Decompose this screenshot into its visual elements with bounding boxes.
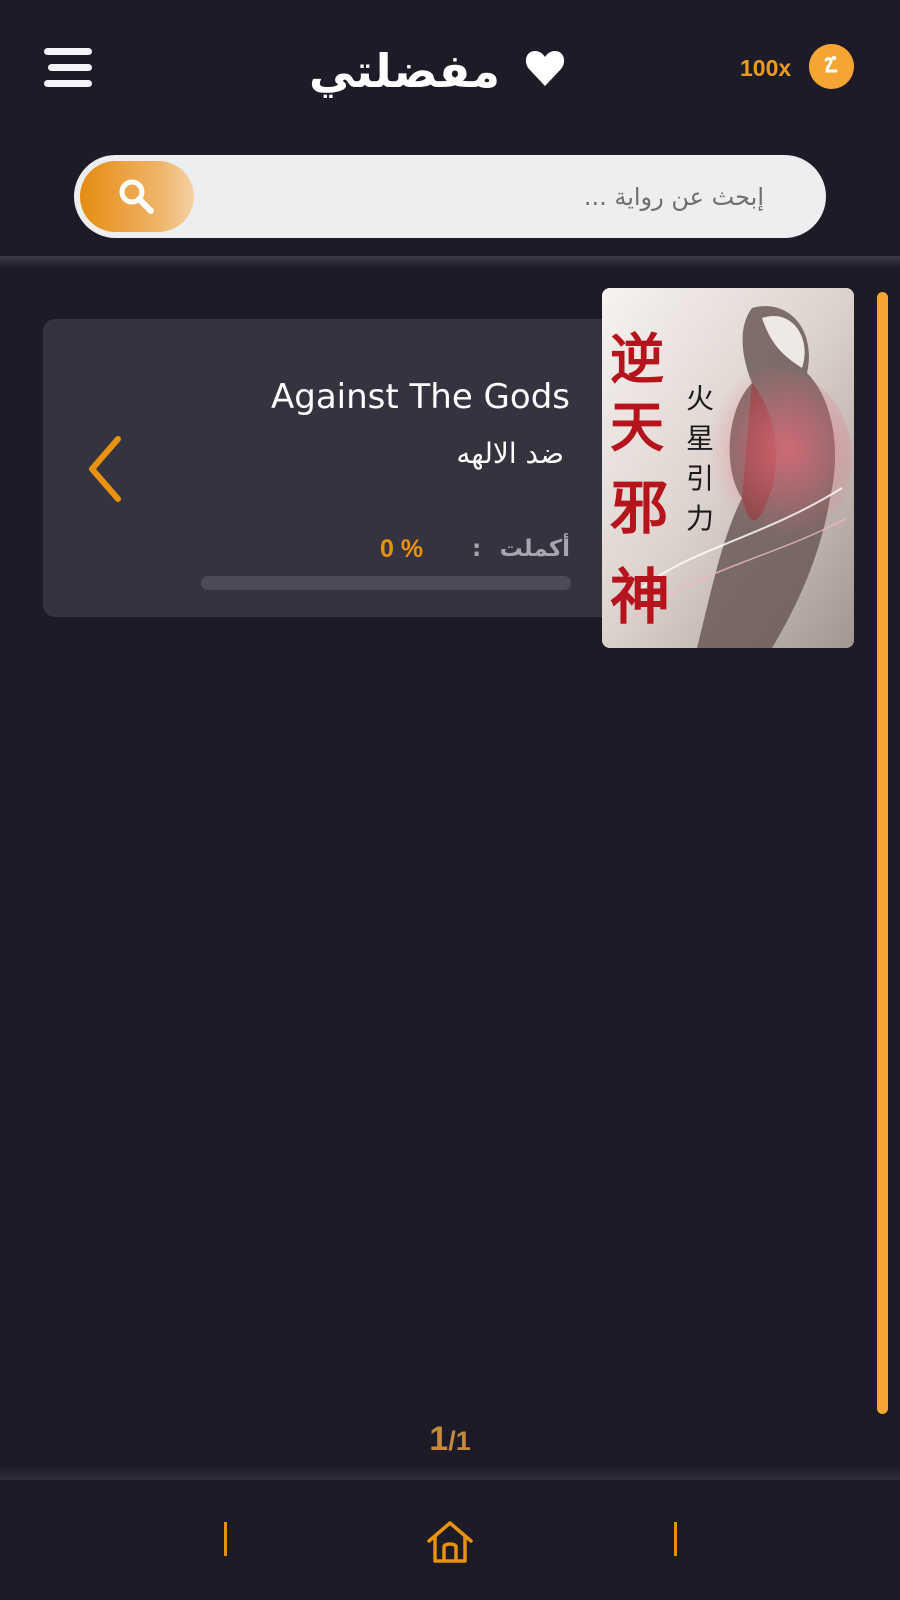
nav-divider [224, 1522, 227, 1556]
novel-cover-image[interactable]: 逆 天 邪 神 火 星 引 力 [602, 288, 854, 648]
coin-count: 100x [740, 55, 792, 81]
scrollbar[interactable] [877, 292, 888, 1414]
progress-value: 0 % [380, 535, 424, 563]
search-icon [119, 179, 154, 214]
page-separator: / [448, 1426, 456, 1456]
cover-glyph: 神 [610, 563, 670, 633]
cover-glyph: 邪 [610, 474, 668, 542]
menu-line [44, 80, 92, 87]
cover-author-glyph: 火 [686, 382, 714, 415]
nav-divider [674, 1522, 677, 1556]
pagination: 1/1 [400, 1420, 500, 1464]
coin-icon [809, 44, 854, 89]
header-divider [0, 256, 900, 268]
cover-author-glyph: 星 [686, 422, 714, 455]
progress-info: أكملت : 0 % [380, 532, 570, 566]
progress-bar [201, 576, 571, 590]
app-header: مفضلتي 100x [0, 0, 900, 256]
heart-icon [525, 51, 565, 86]
cover-author-glyph: 力 [686, 502, 714, 535]
cover-glyph: 逆 [610, 327, 664, 391]
menu-line [44, 48, 92, 55]
cover-glyph: 天 [610, 395, 664, 459]
page-total: 1 [455, 1426, 471, 1456]
chevron-left-icon[interactable] [86, 435, 126, 503]
search-input[interactable] [194, 155, 804, 238]
progress-separator: : [472, 536, 482, 562]
progress-label: أكملت [499, 536, 570, 562]
page-title: مفضلتي [308, 44, 500, 98]
cover-author-glyph: 引 [686, 462, 714, 495]
novel-title: Against The Gods [270, 377, 570, 417]
page-current: 1 [429, 1420, 449, 1458]
menu-line [48, 64, 92, 71]
home-icon[interactable] [425, 1519, 475, 1563]
search-button[interactable] [80, 161, 194, 232]
search-bar [74, 155, 826, 238]
novel-subtitle: ضد الالهه [456, 437, 564, 470]
hamburger-menu-icon[interactable] [40, 48, 96, 90]
